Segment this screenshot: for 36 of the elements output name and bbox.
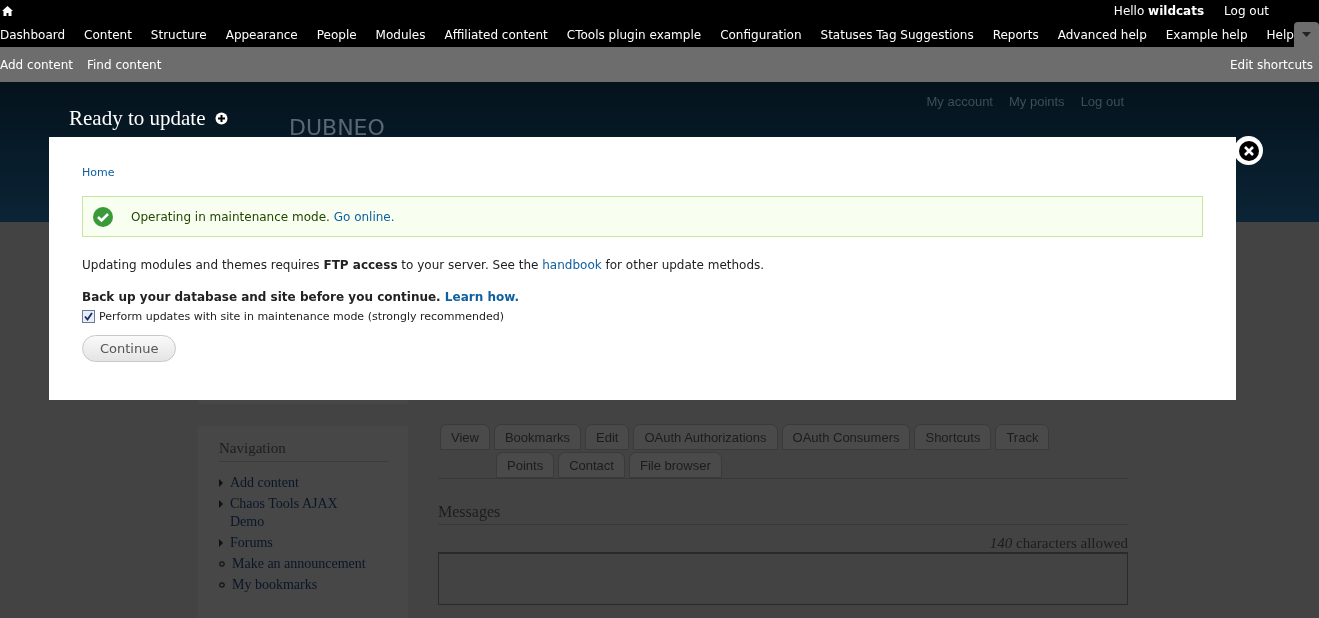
site-logo: DUBNEO [289,115,385,140]
backup-warning-text: Back up your database and site before you continue. Learn how. [82,290,521,304]
maintenance-checkbox[interactable] [82,310,95,323]
menu-item[interactable]: Appearance [225,27,298,42]
shortcut-link[interactable]: Find content [87,57,162,72]
breadcrumb-link[interactable]: Home [82,166,115,179]
menu-item[interactable]: Configuration [720,27,802,42]
shortcuts-toggle-button[interactable] [1294,22,1319,47]
check-circle-icon [93,206,113,227]
menu-item[interactable]: Modules [375,27,426,42]
home-icon[interactable] [2,6,13,16]
continue-button[interactable]: Continue [82,335,177,362]
menu-item[interactable]: Statuses Tag Suggestions [820,27,974,42]
checkbox-label: Perform updates with site in maintenance mode (strongly recommended) [99,310,505,323]
menu-item[interactable]: Example help [1165,27,1248,42]
handbook-link[interactable]: handbook [542,258,602,272]
menu-item[interactable]: Affiliated content [444,27,548,42]
shortcut-link[interactable]: Add content [0,57,73,72]
menu-item[interactable]: Advanced help [1057,27,1147,42]
logout-link[interactable]: Log out [1224,4,1269,18]
greeting-text: Hello wildcats [1113,4,1205,18]
menu-item[interactable]: Dashboard [0,27,66,42]
plus-circle-icon[interactable] [215,112,229,125]
menu-item[interactable]: CTools plugin example [566,27,702,42]
menu-item[interactable]: Structure [150,27,207,42]
update-info-text: Updating modules and themes requires FTP access to your server. See the handbook for other update methods. [82,258,766,272]
caret-icon [1302,32,1311,37]
menu-item[interactable]: Reports [992,27,1039,42]
overlay-title: Ready to update [69,106,206,131]
go-online-link[interactable]: Go online. [333,209,395,224]
menu-item[interactable]: People [316,27,357,42]
menu-item[interactable]: Help [1266,27,1294,42]
status-text: Operating in maintenance mode. Go online. [131,209,395,224]
menu-item[interactable]: Content [84,27,132,42]
edit-shortcuts-link[interactable]: Edit shortcuts [1229,57,1313,72]
learn-how-link[interactable]: Learn how. [444,290,520,304]
